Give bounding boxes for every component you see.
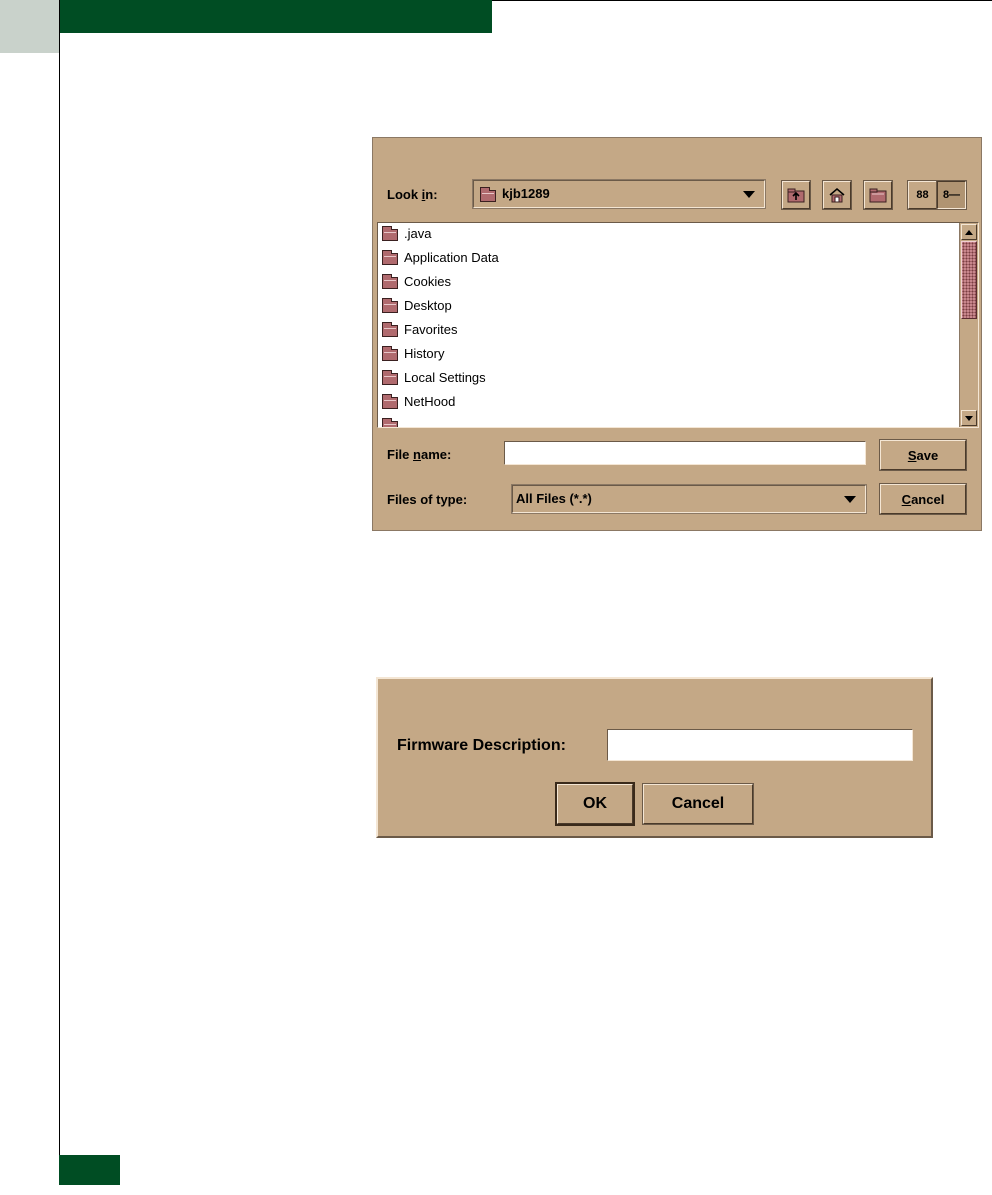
file-name-label: File name: — [387, 447, 452, 462]
firmware-description-dialog: Firmware Description: OK Cancel — [376, 677, 933, 838]
look-in-value: kjb1289 — [502, 186, 550, 201]
file-name-text: NetHood — [404, 394, 456, 409]
file-list-item[interactable]: Application Data — [382, 247, 952, 269]
file-list-item[interactable]: Favorites — [382, 319, 952, 341]
arrow-up-icon — [965, 230, 973, 235]
look-in-label: Look in: — [387, 187, 438, 202]
scroll-down-button[interactable] — [961, 410, 977, 426]
margin-rule — [59, 0, 60, 1185]
up-folder-icon — [787, 188, 805, 203]
file-list-item[interactable]: Local Settings — [382, 367, 952, 389]
cancel-button[interactable]: Cancel — [642, 783, 754, 825]
folder-icon — [480, 187, 496, 202]
file-name-input[interactable] — [504, 441, 866, 465]
folder-icon — [382, 370, 398, 385]
folder-icon — [382, 274, 398, 289]
files-of-type-dropdown[interactable]: All Files (*.*) — [511, 484, 867, 514]
save-button[interactable]: Save — [879, 439, 967, 471]
chevron-down-icon — [743, 191, 755, 198]
firmware-description-label: Firmware Description: — [397, 737, 566, 754]
cancel-button[interactable]: Cancel — [879, 483, 967, 515]
file-list-item[interactable]: Desktop — [382, 295, 952, 317]
file-list[interactable]: .java Application Data Cookies Desktop Favor… — [377, 222, 979, 428]
list-view-icon: 88 — [916, 189, 929, 201]
scroll-up-button[interactable] — [961, 224, 977, 240]
footer-marker — [59, 1155, 120, 1185]
folder-icon — [382, 418, 398, 427]
file-name-text: History — [404, 346, 445, 361]
home-icon — [829, 188, 845, 203]
ok-button[interactable]: OK — [555, 782, 635, 826]
header-rule — [492, 0, 992, 1]
files-of-type-label: Files of type: — [387, 492, 468, 507]
file-name-text: Desktop — [404, 298, 452, 313]
new-folder-icon — [869, 188, 887, 203]
file-list-scrollbar[interactable] — [959, 223, 978, 427]
look-in-dropdown[interactable]: kjb1289 — [472, 179, 766, 209]
up-one-level-button[interactable] — [781, 180, 811, 210]
home-button[interactable] — [822, 180, 852, 210]
arrow-down-icon — [965, 416, 973, 421]
save-file-dialog: Look in: kjb1289 88 8— .java Application… — [372, 137, 982, 531]
folder-icon — [382, 346, 398, 361]
folder-icon — [382, 394, 398, 409]
list-view-button[interactable]: 88 — [907, 180, 938, 210]
folder-icon — [382, 250, 398, 265]
folder-icon — [382, 298, 398, 313]
details-view-button[interactable]: 8— — [936, 180, 967, 210]
details-view-icon: 8— — [942, 189, 961, 201]
file-list-item[interactable]: Cookies — [382, 271, 952, 293]
folder-icon — [382, 226, 398, 241]
file-name-text: Application Data — [404, 250, 499, 265]
page-tab-marker — [0, 0, 59, 53]
new-folder-button[interactable] — [863, 180, 893, 210]
file-list-item[interactable]: .java — [382, 223, 952, 245]
chevron-down-icon — [844, 496, 856, 503]
file-name-text: Cookies — [404, 274, 451, 289]
file-list-item[interactable]: NetHood — [382, 391, 952, 413]
file-name-text: Favorites — [404, 322, 458, 337]
scroll-thumb[interactable] — [961, 241, 977, 319]
file-name-text: Local Settings — [404, 370, 486, 385]
file-list-item[interactable]: History — [382, 343, 952, 365]
header-bar — [59, 0, 492, 33]
files-of-type-value: All Files (*.*) — [516, 491, 592, 506]
file-name-text: .java — [404, 226, 432, 241]
firmware-description-input[interactable] — [607, 729, 913, 761]
folder-icon — [382, 322, 398, 337]
